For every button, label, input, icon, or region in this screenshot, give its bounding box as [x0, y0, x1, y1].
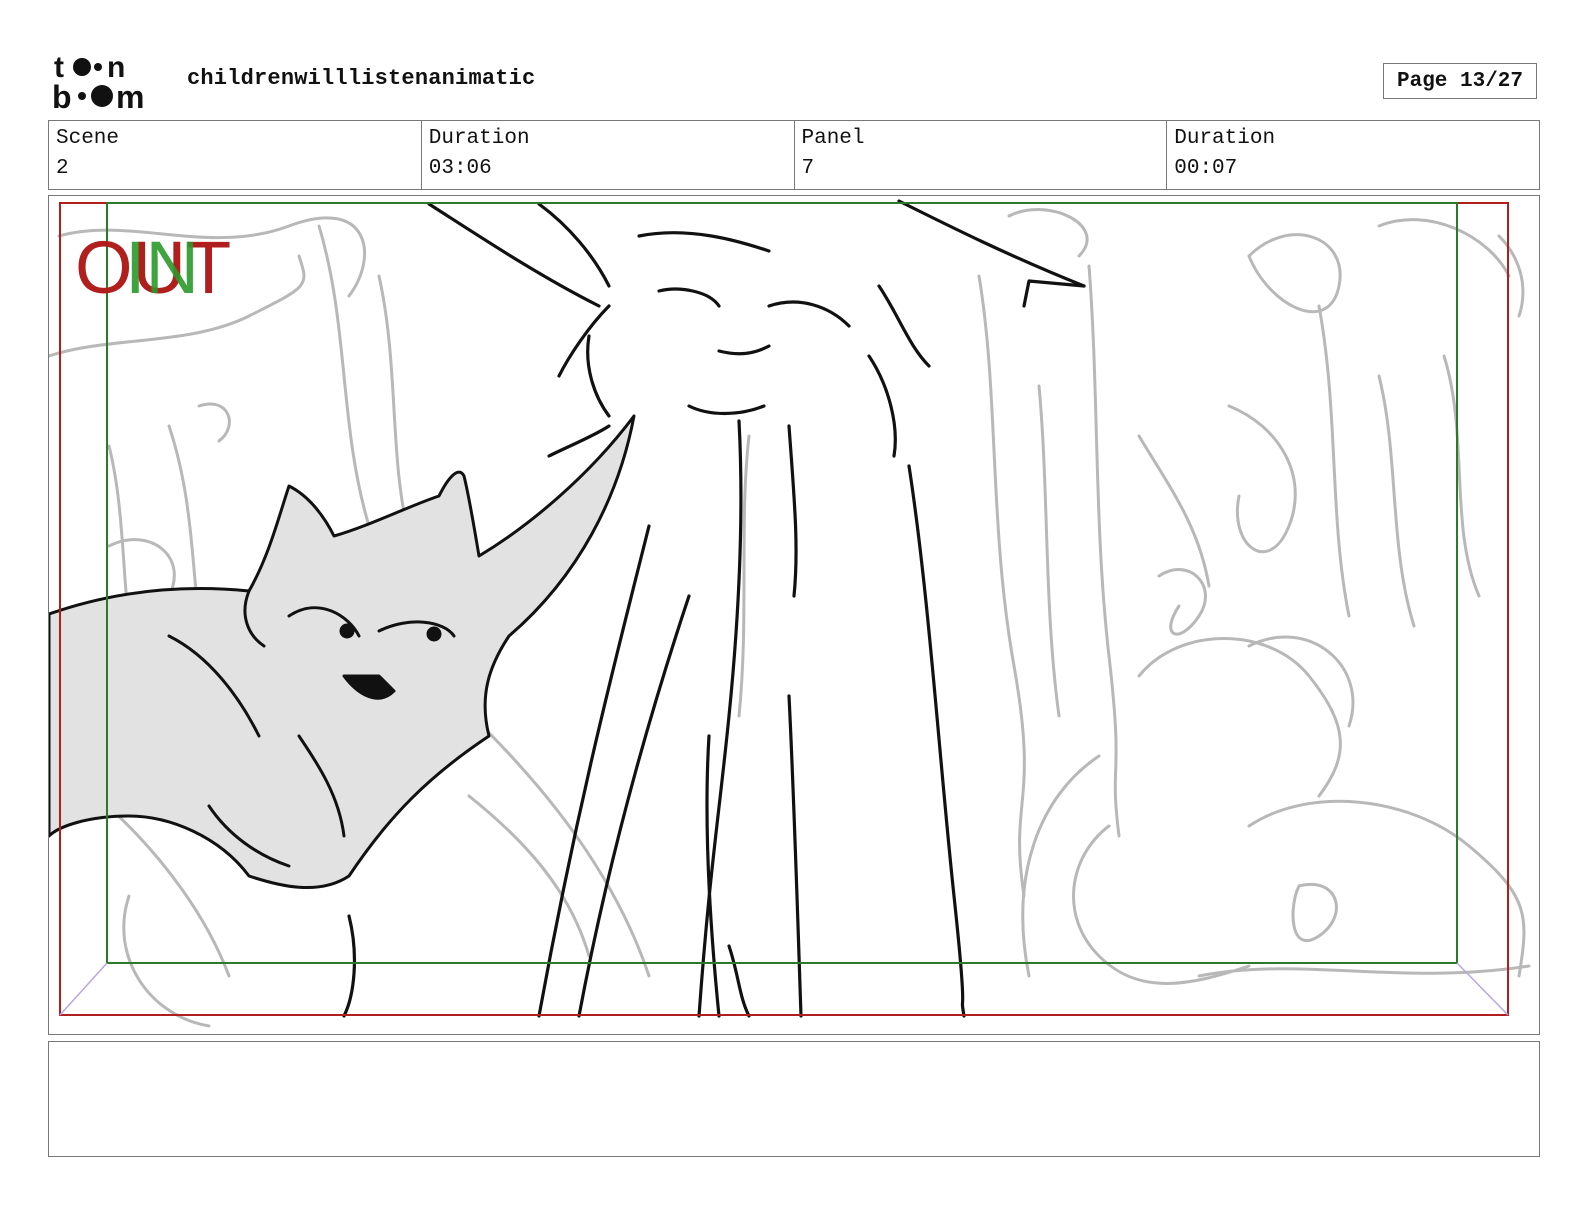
panel-cell: Panel 7 — [795, 121, 1168, 189]
panel-duration-cell: Duration 00:07 — [1167, 121, 1539, 189]
panel-duration-value: 00:07 — [1174, 157, 1238, 180]
project-title: childrenwilllistenanimatic — [187, 66, 536, 91]
bird-character — [49, 414, 636, 889]
logo-mark: t n b m — [52, 51, 144, 115]
frame-corner-left — [59, 962, 108, 1016]
scene-duration-cell: Duration 03:06 — [422, 121, 795, 189]
panel-label: Panel — [801, 127, 865, 150]
panel-drawing: OUT IN — [49, 199, 1531, 1028]
scene-duration-value: 03:06 — [428, 157, 492, 180]
svg-text:b: b — [52, 79, 72, 112]
panel-duration-label: Duration — [1174, 127, 1276, 150]
scene-cell: Scene 2 — [49, 121, 422, 189]
scene-value: 2 — [56, 157, 69, 180]
panel-value: 7 — [801, 157, 815, 180]
in-label: IN — [125, 226, 199, 309]
panel-caption-box — [48, 1041, 1540, 1157]
toon-boom-logo: t n b m — [52, 50, 164, 115]
svg-text:m: m — [116, 79, 144, 112]
page-number: Page 13/27 — [1383, 63, 1537, 99]
storyboard-panel: OUT IN — [48, 195, 1540, 1035]
scene-label: Scene — [56, 127, 120, 150]
scene-duration-label: Duration — [428, 127, 530, 150]
scene-info-table: Scene 2 Duration 03:06 Panel 7 Duration … — [48, 120, 1540, 190]
